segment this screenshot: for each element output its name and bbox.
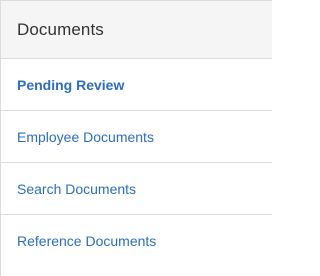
search-documents-link[interactable]: Search Documents — [17, 181, 136, 197]
nav-item-employee-documents[interactable]: Employee Documents — [1, 111, 272, 163]
nav-item-pending-review[interactable]: Pending Review — [1, 59, 272, 111]
panel-title: Documents — [17, 19, 104, 39]
reference-documents-link[interactable]: Reference Documents — [17, 233, 156, 249]
documents-nav-list: Pending Review Employee Documents Search… — [1, 59, 272, 267]
documents-panel: Documents Pending Review Employee Docume… — [0, 0, 272, 276]
nav-item-reference-documents[interactable]: Reference Documents — [1, 215, 272, 267]
employee-documents-link[interactable]: Employee Documents — [17, 129, 154, 145]
nav-item-search-documents[interactable]: Search Documents — [1, 163, 272, 215]
panel-header: Documents — [1, 1, 272, 59]
pending-review-link[interactable]: Pending Review — [17, 77, 124, 93]
